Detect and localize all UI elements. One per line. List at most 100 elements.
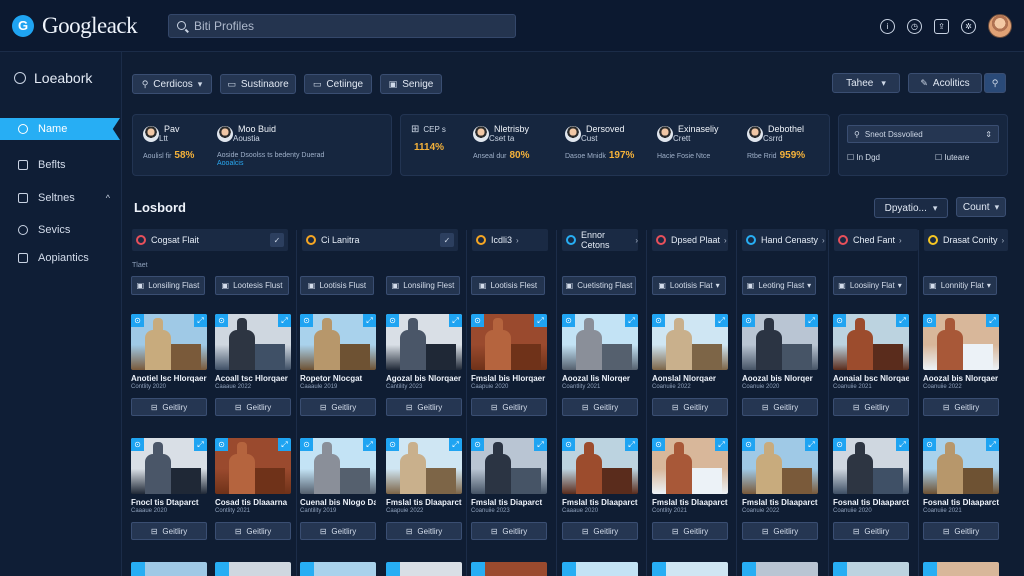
filter-button-senige[interactable]: ▣ Senige [380, 74, 442, 94]
table-dropdown[interactable]: Tahee ▾ [832, 73, 900, 93]
card-thumbnail[interactable]: ⊙ ⤢ [742, 438, 818, 494]
sidebar-item-sevics[interactable]: Sevics [0, 219, 122, 241]
column-header[interactable]: Icdli3 › [472, 229, 548, 251]
card-thumbnail-partial[interactable] [923, 562, 999, 576]
card-thumbnail-partial[interactable] [386, 562, 462, 576]
filter-chip[interactable]: ▣ Lonsiling Flast [131, 276, 205, 295]
column-header[interactable]: Ennor Cetons › [562, 229, 638, 251]
card-thumbnail[interactable]: ⊙ ⤢ [652, 314, 728, 370]
gallery-button[interactable]: ⊟ Geitliry [742, 398, 818, 416]
gallery-card[interactable]: ⊙ ⤢ Fmslal tis Dlaaparct Caaaue 2020 ⊟ Geitli… [562, 438, 638, 540]
count-dropdown[interactable]: Count ▾ [956, 197, 1006, 217]
expand-icon[interactable]: ⤢ [625, 314, 638, 327]
column-header[interactable]: Drasat Conity › [924, 229, 1008, 251]
stat-card[interactable]: Dersoved Cust Dasoe Mnidk 197% [565, 124, 653, 161]
expand-icon[interactable]: ⤢ [449, 314, 462, 327]
gallery-button[interactable]: ⊟ Geitliry [471, 398, 547, 416]
card-thumbnail[interactable]: ⊙ ⤢ [215, 314, 291, 370]
gallery-card[interactable]: ⊙ ⤢ Fnocl tis Dtaparct Caaaue 2020 ⊟ Geitliry [131, 438, 207, 540]
gallery-card[interactable]: ⊙ ⤢ Fmslal tis Dlaaparct Coanuie 2022 ⊟ Geitl… [742, 438, 818, 540]
clock-icon[interactable]: ◷ [907, 18, 922, 34]
gallery-card[interactable]: ⊙ ⤢ Fmslal tis Diaparct Coanuiie 2023 ⊟ Geitl… [471, 438, 547, 540]
card-thumbnail-partial[interactable] [471, 562, 547, 576]
gallery-card[interactable]: ⊙ ⤢ Fosnal tis Dlaaparct Coanuiie 2021 ⊟ Geit… [923, 438, 999, 540]
card-thumbnail[interactable]: ⊙ ⤢ [562, 314, 638, 370]
card-thumbnail-partial[interactable] [131, 562, 207, 576]
gallery-card[interactable]: ⊙ ⤢ Fmslal tis Dlaaparct Caapuie 2022 ⊟ Geitl… [386, 438, 462, 540]
card-thumbnail[interactable]: ⊙ ⤢ [471, 314, 547, 370]
card-thumbnail-partial[interactable] [300, 562, 376, 576]
gallery-card[interactable]: ⊙⤢Cuenal bis Nlogo DaquCantility 2019⊟Ge… [300, 438, 376, 540]
card-thumbnail-partial[interactable] [652, 562, 728, 576]
settings-icon[interactable]: ✲ [961, 18, 976, 34]
stat-link[interactable]: Aooalcis [217, 160, 243, 167]
gallery-button[interactable]: ⊟ Geitliry [652, 522, 728, 540]
option-in-dgd[interactable]: ☐ In Dgd [847, 153, 880, 162]
gallery-button[interactable]: ⊟ Geitliry [215, 522, 291, 540]
card-thumbnail-partial[interactable] [562, 562, 638, 576]
gallery-button[interactable]: ⊟ Geitliry [742, 522, 818, 540]
status-select[interactable]: ⚲ Sneot Dssvolied ⇕ [847, 125, 999, 143]
column-header[interactable]: Hand Cenasty › [742, 229, 826, 251]
sort-dropdown[interactable]: Dpyatio... ▾ [874, 198, 948, 218]
search-button[interactable]: ⚲ [984, 73, 1006, 93]
filter-chip[interactable]: ▣ Lonnitiy Flat ▾ [923, 276, 997, 295]
card-thumbnail[interactable]: ⊙ ⤢ [300, 314, 376, 370]
card-thumbnail[interactable]: ⊙ ⤢ [742, 314, 818, 370]
filter-button-cetiinge[interactable]: ▭ Cetiinge [304, 74, 372, 94]
filter-chip[interactable]: ▣ Loosiiny Flat ▾ [833, 276, 907, 295]
card-thumbnail[interactable]: ⊙ ⤢ [471, 438, 547, 494]
gallery-button[interactable]: ⊟ Geitliry [300, 522, 376, 540]
gallery-button[interactable]: ⊟ Geitliry [131, 522, 207, 540]
gallery-card[interactable]: ⊙ ⤢ Aoozal lis Nlorqer Coantlity 2021 ⊟ Geitl… [562, 314, 638, 416]
gallery-button[interactable]: ⊟ Geitliry [386, 522, 462, 540]
expand-icon[interactable]: ⤢ [625, 438, 638, 451]
gallery-button[interactable]: ⊟ Geitliry [562, 522, 638, 540]
gallery-card[interactable]: ⊙ ⤢ Ropetor Nlocgat Caaaule 2019 ⊟ Geitliry [300, 314, 376, 416]
column-header[interactable]: Cogsat Flait ✓ [132, 229, 288, 251]
card-thumbnail[interactable]: ⊙ ⤢ [833, 314, 909, 370]
analytics-button[interactable]: ✎ Acolitics [908, 73, 982, 93]
gallery-card[interactable]: ⊙ ⤢ Fmslal bis Hlorqaer Caapuie 2020 ⊟ Geitli… [471, 314, 547, 416]
gallery-card[interactable]: ⊙ ⤢ Agozal bis Nlorqaer Cantility 2023 ⊟ Geit… [386, 314, 462, 416]
check-icon[interactable]: ✓ [440, 233, 454, 247]
filter-chip[interactable]: ▣ Lonsiling Flest [386, 276, 460, 295]
gallery-button[interactable]: ⊟ Geitliry [833, 522, 909, 540]
filter-chip[interactable]: ▣ Lootisis Flust [300, 276, 374, 295]
gallery-button[interactable]: ⊟ Geitliry [833, 398, 909, 416]
card-thumbnail[interactable]: ⊙ ⤢ [386, 314, 462, 370]
filter-button-sustinaore[interactable]: ▭ Sustinaore [220, 74, 296, 94]
expand-icon[interactable]: ⤢ [449, 438, 462, 451]
card-thumbnail[interactable]: ⊙ ⤢ [562, 438, 638, 494]
card-thumbnail-partial[interactable] [833, 562, 909, 576]
gallery-card[interactable]: ⊙ ⤢ Aoozal bis Nlorqaer Coanuiie 2022 ⊟ Geitl… [923, 314, 999, 416]
stat-card[interactable]: Moo Buid Aoustia Aoside Dsoolss ts bedent… [217, 124, 387, 168]
gallery-button[interactable]: ⊟ Geitliry [562, 398, 638, 416]
user-avatar[interactable] [988, 14, 1012, 38]
expand-icon[interactable]: ⤢ [805, 438, 818, 451]
card-thumbnail-partial[interactable] [742, 562, 818, 576]
app-logo[interactable]: G Googleack [12, 13, 168, 39]
column-header[interactable]: Dpsed Plaat › [652, 229, 728, 251]
gallery-card[interactable]: ⊙ ⤢ Anotiel lsc Hlorqaer Contlity 2020 ⊟ Geit… [131, 314, 207, 416]
card-thumbnail[interactable]: ⊙ ⤢ [923, 438, 999, 494]
stat-card[interactable]: Exinaseliy Crett Hacie Fosie Ntce [657, 124, 745, 161]
gallery-card[interactable]: ⊙ ⤢ Cosad tis Dlaaarna Contlity 2021 ⊟ Geitli… [215, 438, 291, 540]
filter-chip[interactable]: ▣ Lootisis Flat ▾ [652, 276, 726, 295]
expand-icon[interactable]: ⤢ [805, 314, 818, 327]
expand-icon[interactable]: ⤢ [534, 438, 547, 451]
stat-card[interactable]: Nletrisby Cset ta Anseal dur 80% [473, 124, 561, 161]
card-thumbnail[interactable]: ⊙ ⤢ [923, 314, 999, 370]
column-header[interactable]: Ci Lanitra ✓ [302, 229, 458, 251]
sidebar-item-seltnes[interactable]: Seltnes ^ [0, 187, 122, 209]
card-thumbnail[interactable]: ⊙ ⤢ [131, 438, 207, 494]
expand-icon[interactable]: ⤢ [896, 314, 909, 327]
card-thumbnail[interactable]: ⊙ ⤢ [131, 314, 207, 370]
card-thumbnail[interactable]: ⊙ ⤢ [386, 438, 462, 494]
expand-icon[interactable]: ⤢ [363, 438, 376, 451]
gallery-button[interactable]: ⊟ Geitliry [923, 522, 999, 540]
expand-icon[interactable]: ⤢ [278, 438, 291, 451]
stat-card[interactable]: ⊞ CEP s 1114% [411, 124, 471, 153]
card-thumbnail[interactable]: ⊙ ⤢ [833, 438, 909, 494]
expand-icon[interactable]: ⤢ [278, 314, 291, 327]
